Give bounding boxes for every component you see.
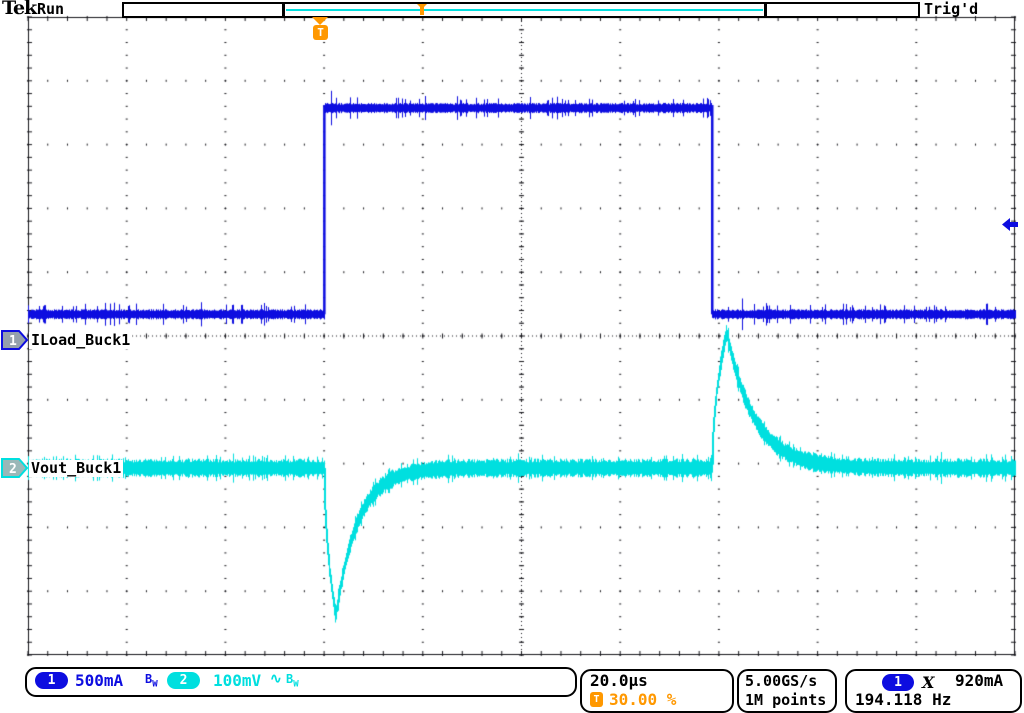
tek-logo: Tek bbox=[2, 0, 36, 19]
record-window-right-bracket bbox=[764, 4, 767, 16]
trigger-position-t-icon: T bbox=[313, 25, 328, 40]
timebase-readout: 20.0µs bbox=[590, 672, 648, 690]
acquisition-status: Run bbox=[37, 0, 64, 18]
trigger-status: Trig'd bbox=[924, 0, 978, 18]
trigger-source-badge: 1 bbox=[882, 674, 914, 691]
ch2-badge: 2 bbox=[167, 672, 200, 689]
record-trigger-position-stem bbox=[420, 7, 424, 15]
record-view-waveform-preview bbox=[286, 9, 763, 11]
ch1-bandwidth-limit-icon: BW bbox=[145, 672, 158, 689]
trigger-readout-box: 1 X 920mA 194.118 Hz bbox=[845, 669, 1022, 713]
trigger-level-arrow-icon bbox=[1001, 217, 1019, 232]
ch1-waveform-label: ILoad_Buck1 bbox=[29, 332, 132, 349]
record-view-bar bbox=[122, 2, 920, 18]
waveform-display bbox=[0, 0, 1024, 713]
oscilloscope-screen: Tek Run Trig'd T 1 ILoad_Buck1 2 Vout_Bu… bbox=[0, 0, 1024, 713]
svg-text:2: 2 bbox=[9, 462, 17, 477]
ch2-ac-coupling-icon: ∿ bbox=[270, 671, 282, 687]
ch2-waveform-label: Vout_Buck1 bbox=[29, 460, 123, 477]
trigger-frequency-readout: 194.118 Hz bbox=[855, 691, 951, 709]
ch2-bandwidth-limit-icon: BW bbox=[286, 672, 299, 689]
horizontal-readout-box: 20.0µs T 30.00 % bbox=[580, 669, 734, 713]
ch2-scale-readout: 100mV bbox=[213, 672, 261, 690]
acquisition-readout-box: 5.00GS/s 1M points bbox=[737, 669, 837, 713]
ch1-ground-marker: 1 bbox=[1, 329, 29, 351]
ch1-scale-readout: 500mA bbox=[75, 672, 123, 690]
record-length-readout: 1M points bbox=[745, 691, 826, 709]
trigger-level-readout: 920mA bbox=[955, 672, 1003, 690]
channel-readout-box: 1 500mA BW 2 100mV ∿ BW bbox=[25, 667, 577, 697]
trigger-position-readout: 30.00 % bbox=[609, 691, 676, 709]
ch2-ground-marker: 2 bbox=[1, 457, 29, 479]
sample-rate-readout: 5.00GS/s bbox=[745, 672, 817, 690]
record-window-left-bracket bbox=[282, 4, 285, 16]
trigger-position-arrow-icon bbox=[312, 17, 328, 25]
svg-text:1: 1 bbox=[9, 334, 17, 349]
trigger-position-badge-icon: T bbox=[590, 692, 603, 707]
ch1-badge: 1 bbox=[35, 672, 68, 689]
